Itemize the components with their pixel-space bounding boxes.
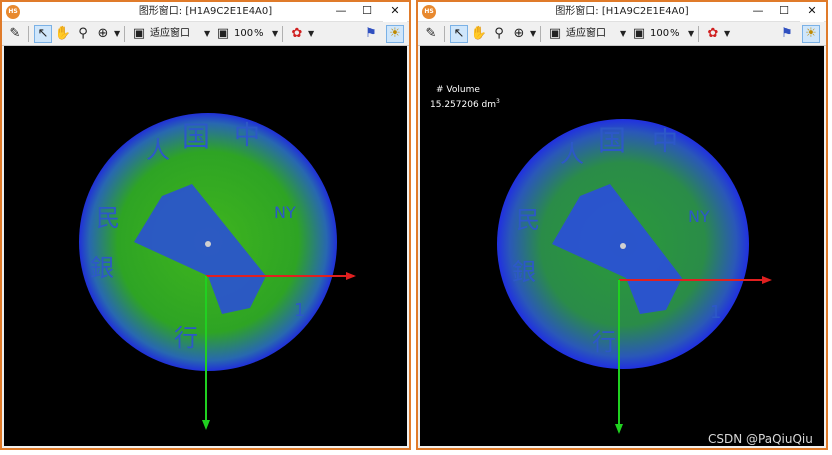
camera-pin-icon[interactable]: ⚑ bbox=[362, 25, 380, 43]
coin-glyph: NY bbox=[274, 203, 296, 222]
toolbar-separator bbox=[28, 26, 29, 42]
zoom-dropdown-icon[interactable]: ▼ bbox=[114, 25, 120, 43]
graphics-window-right: HS 图形窗口: [H1A9C2E1E4A0] — ☐ ✕ ✎ ↖ ✋ ⚲ ⊕ … bbox=[416, 0, 828, 450]
pen-icon[interactable]: ✎ bbox=[422, 25, 440, 43]
title-bar[interactable]: HS 图形窗口: [H1A9C2E1E4A0] — ☐ ✕ bbox=[2, 2, 409, 22]
fit-mode-dropdown-icon[interactable]: ▼ bbox=[620, 25, 626, 43]
zoom-percent-dropdown-icon[interactable]: ▼ bbox=[272, 25, 278, 43]
pointer-icon[interactable]: ↖ bbox=[450, 25, 468, 43]
magnifier-icon[interactable]: ⚲ bbox=[74, 25, 92, 43]
coin-glyph: 国 bbox=[598, 124, 626, 157]
fit-mode-select[interactable]: 适应窗口 bbox=[150, 25, 190, 43]
minimize-button[interactable]: — bbox=[329, 2, 353, 22]
lightbulb-icon[interactable]: ☀ bbox=[386, 25, 404, 43]
zoom-icon[interactable]: ⊕ bbox=[510, 25, 528, 43]
coin-glyph: 行 bbox=[174, 324, 198, 352]
zoom-dropdown-icon[interactable]: ▼ bbox=[530, 25, 536, 43]
coin-glyph: 人 bbox=[146, 136, 170, 164]
coin-glyph: 中 bbox=[234, 121, 260, 151]
zoom-percent-icon: ▣ bbox=[632, 26, 646, 41]
close-button[interactable]: ✕ bbox=[800, 2, 824, 22]
toolbar-separator bbox=[282, 26, 283, 42]
fit-window-icon: ▣ bbox=[548, 26, 562, 41]
coin-glyph: 1 bbox=[294, 300, 305, 321]
pen-icon[interactable]: ✎ bbox=[6, 25, 24, 43]
coin-glyph: NY bbox=[688, 207, 710, 226]
y-axis-arrowhead bbox=[615, 424, 623, 434]
center-marker bbox=[620, 243, 626, 249]
watermark-text: CSDN @PaQiuQiu bbox=[708, 432, 813, 446]
coin-glyph: 民 bbox=[516, 206, 540, 234]
toolbar-separator bbox=[444, 26, 445, 42]
minimize-button[interactable]: — bbox=[746, 2, 770, 22]
coin-glyph: 人 bbox=[560, 140, 584, 168]
coin-glyph: 1 bbox=[710, 302, 721, 323]
toolbar: ✎ ↖ ✋ ⚲ ⊕ ▼ ▣ 适应窗口 ▼ ▣ 100 % ▼ ✿ ▼ ⚑ ☀ bbox=[2, 22, 409, 46]
coin-glyph: 行 bbox=[592, 328, 616, 356]
color-dropdown-icon[interactable]: ▼ bbox=[724, 25, 730, 43]
fit-mode-dropdown-icon[interactable]: ▼ bbox=[204, 25, 210, 43]
zoom-value[interactable]: 100 bbox=[650, 25, 669, 43]
coin-glyph: 銀 bbox=[512, 258, 536, 286]
lightbulb-icon[interactable]: ☀ bbox=[802, 25, 820, 43]
toolbar-separator bbox=[698, 26, 699, 42]
x-axis-arrowhead bbox=[346, 272, 356, 280]
color-brush-icon[interactable]: ✿ bbox=[288, 25, 306, 43]
color-brush-icon[interactable]: ✿ bbox=[704, 25, 722, 43]
maximize-button[interactable]: ☐ bbox=[355, 2, 379, 22]
zoom-percent-icon: ▣ bbox=[216, 26, 230, 41]
toolbar-separator bbox=[124, 26, 125, 42]
close-button[interactable]: ✕ bbox=[383, 2, 407, 22]
hand-icon[interactable]: ✋ bbox=[54, 25, 72, 43]
maximize-button[interactable]: ☐ bbox=[772, 2, 796, 22]
ct-render: 国 中 人 民 銀 行 NY 1 bbox=[497, 119, 772, 434]
3d-viewport[interactable]: # Volume 15.257206 dm3 国 中 人 民 銀 行 NY 1 bbox=[420, 46, 824, 446]
fit-window-icon: ▣ bbox=[132, 26, 146, 41]
zoom-unit: % bbox=[254, 28, 264, 39]
toolbar-separator bbox=[540, 26, 541, 42]
zoom-icon[interactable]: ⊕ bbox=[94, 25, 112, 43]
ct-render: 国 中 人 民 銀 行 NY 1 bbox=[79, 113, 356, 430]
coin-glyph: 民 bbox=[96, 204, 120, 232]
zoom-value[interactable]: 100 bbox=[234, 25, 253, 43]
color-dropdown-icon[interactable]: ▼ bbox=[308, 25, 314, 43]
toolbar: ✎ ↖ ✋ ⚲ ⊕ ▼ ▣ 适应窗口 ▼ ▣ 100 % ▼ ✿ ▼ ⚑ ☀ bbox=[418, 22, 826, 46]
zoom-percent-dropdown-icon[interactable]: ▼ bbox=[688, 25, 694, 43]
title-bar[interactable]: HS 图形窗口: [H1A9C2E1E4A0] — ☐ ✕ bbox=[418, 2, 826, 22]
x-axis-arrowhead bbox=[762, 276, 772, 284]
camera-pin-icon[interactable]: ⚑ bbox=[778, 25, 796, 43]
coin-glyph: 銀 bbox=[90, 254, 114, 282]
coin-glyph: 国 bbox=[182, 120, 210, 153]
graphics-window-left: HS 图形窗口: [H1A9C2E1E4A0] — ☐ ✕ ✎ ↖ ✋ ⚲ ⊕ … bbox=[0, 0, 411, 450]
magnifier-icon[interactable]: ⚲ bbox=[490, 25, 508, 43]
fit-mode-select[interactable]: 适应窗口 bbox=[566, 25, 606, 43]
pointer-icon[interactable]: ↖ bbox=[34, 25, 52, 43]
3d-viewport[interactable]: 国 中 人 民 銀 行 NY 1 bbox=[4, 46, 407, 446]
zoom-unit: % bbox=[670, 28, 680, 39]
center-marker bbox=[205, 241, 211, 247]
coin-glyph: 中 bbox=[652, 127, 678, 157]
y-axis-arrowhead bbox=[202, 420, 210, 430]
hand-icon[interactable]: ✋ bbox=[470, 25, 488, 43]
